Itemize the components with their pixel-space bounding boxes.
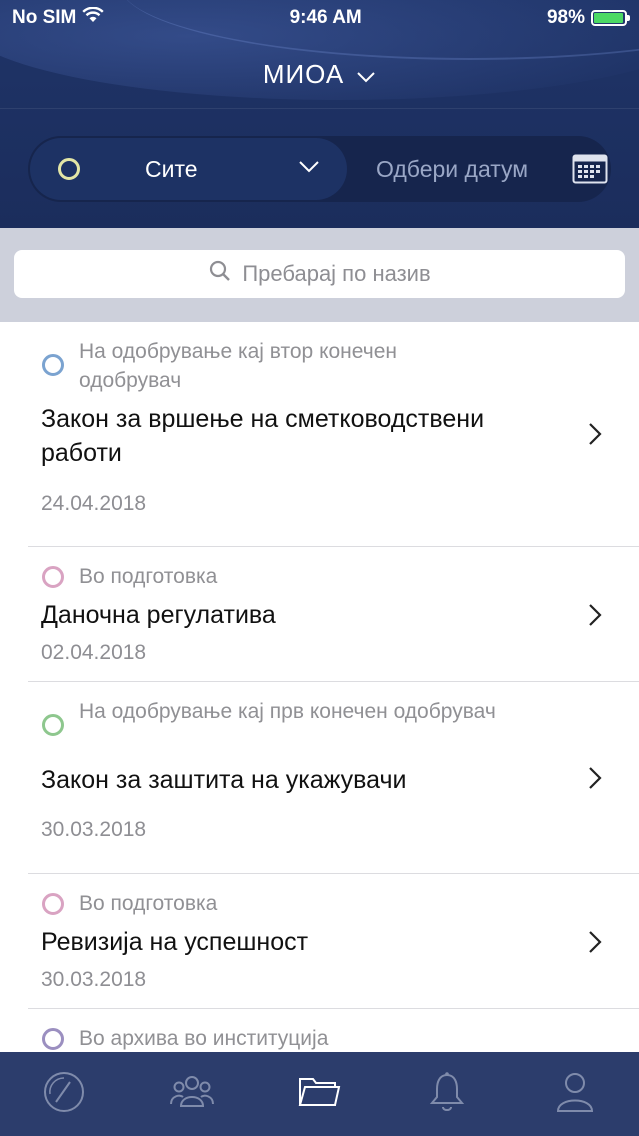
dashboard-icon: [42, 1070, 86, 1119]
document-list: На одобрување кај втор конечен одобрувач…: [0, 322, 639, 1052]
status-ring-icon: [42, 1028, 64, 1050]
item-title: Закон за заштита на укажувачи: [41, 766, 407, 794]
status-ring-icon: [42, 566, 64, 588]
tab-notifications[interactable]: [417, 1064, 477, 1124]
item-date: 02.04.2018: [41, 641, 147, 664]
item-title: Закон за вршење на сметководствени работ…: [41, 405, 485, 467]
status-filter-ring-icon: [58, 158, 80, 180]
tab-bar: [0, 1052, 639, 1136]
list-item[interactable]: Во подготовка Даночна регулатива 02.04.2…: [0, 547, 639, 682]
chevron-down-icon: [356, 59, 376, 90]
status-ring-icon: [42, 714, 64, 736]
list-item[interactable]: Во архива во институција: [0, 1009, 639, 1052]
status-ring-icon: [42, 354, 64, 376]
item-status: Во подготовка: [79, 892, 218, 915]
status-filter-dropdown[interactable]: Сите: [30, 138, 347, 200]
list-item[interactable]: Во подготовка Ревизија на успешност 30.0…: [0, 874, 639, 1009]
users-icon: [169, 1072, 214, 1117]
organization-selector[interactable]: МИОА: [0, 52, 639, 96]
calendar-icon[interactable]: [572, 154, 608, 189]
filter-bar: Сите Одбери датум: [28, 136, 611, 202]
item-status: Во архива во институција: [79, 1027, 329, 1050]
battery-percent: 98%: [546, 7, 585, 28]
wifi-icon: [82, 6, 105, 29]
carrier-label: No SIM: [12, 7, 77, 28]
tab-dashboard[interactable]: [34, 1064, 94, 1124]
item-title: Даночна регулатива: [41, 601, 276, 629]
battery-icon: [590, 10, 630, 26]
item-date: 24.04.2018: [41, 492, 147, 515]
chevron-right-icon: [588, 603, 602, 632]
folder-icon: [297, 1075, 341, 1114]
status-ring-icon: [42, 893, 64, 915]
item-status: На одобрување кај втор конечен одобрувач: [79, 340, 397, 392]
item-status: Во подготовка: [79, 565, 218, 588]
chevron-down-icon: [298, 160, 320, 179]
search-area: Пребарај по назив: [0, 228, 639, 322]
item-title: Ревизија на успешност: [41, 928, 309, 956]
list-item[interactable]: На одобрување кај прв конечен одобрувач …: [0, 682, 639, 874]
item-date: 30.03.2018: [41, 818, 147, 841]
clock: 9:46 AM: [289, 7, 362, 28]
bell-icon: [427, 1071, 467, 1118]
search-icon: [208, 259, 232, 289]
tab-profile[interactable]: [545, 1064, 605, 1124]
tab-users[interactable]: [162, 1064, 222, 1124]
tab-documents[interactable]: [289, 1064, 349, 1124]
chevron-right-icon: [588, 930, 602, 959]
list-item[interactable]: На одобрување кај втор конечен одобрувач…: [0, 322, 639, 547]
status-bar: No SIM 9:46 AM 98%: [0, 0, 639, 36]
profile-icon: [555, 1071, 595, 1118]
header-divider: [0, 108, 639, 109]
date-picker-button[interactable]: Одбери датум: [376, 156, 528, 183]
header: No SIM 9:46 AM 98% МИОА Сите Одбери дату…: [0, 0, 639, 228]
item-date: 30.03.2018: [41, 968, 147, 991]
status-filter-label: Сите: [145, 156, 198, 182]
search-input[interactable]: Пребарај по назив: [14, 250, 625, 298]
search-placeholder: Пребарај по назив: [242, 261, 431, 286]
chevron-right-icon: [588, 422, 602, 451]
page-title: МИОА: [262, 58, 345, 89]
item-status: На одобрување кај прв конечен одобрувач: [79, 700, 496, 723]
chevron-right-icon: [588, 766, 602, 795]
